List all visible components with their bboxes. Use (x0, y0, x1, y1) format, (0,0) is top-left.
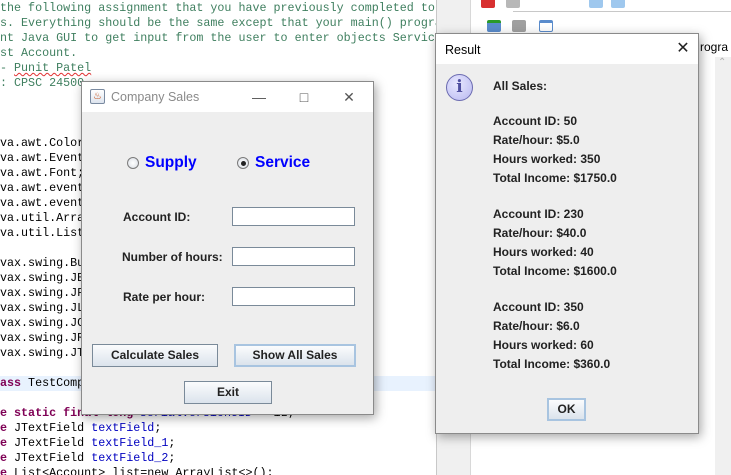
scroll-up-icon[interactable]: ⌃ (718, 57, 726, 68)
code-token: : CPSC 24500 (0, 76, 85, 90)
rate-label: Rate per hour: (123, 290, 206, 304)
code-line: e JTextField textField_1; (0, 436, 437, 451)
toolbar-separator (513, 11, 731, 12)
code-token: vax.swing.JT (0, 346, 85, 360)
code-line: e JTextField textField_2; (0, 451, 437, 466)
window-title: Company Sales (111, 90, 200, 104)
panel-scrollbar[interactable]: ⌃ (715, 57, 731, 475)
code-token: ; (154, 421, 162, 435)
hours-input[interactable] (232, 247, 355, 266)
new-window-icon[interactable] (539, 20, 553, 32)
code-token: va.awt.Event (0, 151, 85, 165)
hours-label: Number of hours: (122, 250, 223, 264)
code-token: vax.swing.JC (0, 316, 85, 330)
toolbar-monitor2-icon[interactable] (611, 0, 625, 8)
info-icon: i (446, 74, 473, 101)
radio-supply-label: Supply (145, 154, 197, 171)
record-income: Total Income: $360.0 (493, 357, 611, 371)
title-bar[interactable]: ♨ Company Sales — □ ✕ (82, 82, 373, 112)
code-token: vax.swing.JF (0, 286, 85, 300)
record-income: Total Income: $1600.0 (493, 264, 617, 278)
code-token: ; (168, 436, 176, 450)
record-hours: Hours worked: 40 (493, 245, 594, 259)
rate-input[interactable] (232, 287, 355, 306)
toolbar-monitor-icon[interactable] (589, 0, 603, 8)
account-id-label: Account ID: (123, 210, 191, 224)
dialog-title: Result (445, 43, 481, 57)
code-token: JTextField (7, 436, 92, 450)
record-rate: Rate/hour: $40.0 (493, 226, 587, 240)
record-hours: Hours worked: 350 (493, 152, 601, 166)
record-id: Account ID: 350 (493, 300, 584, 314)
result-dialog: Result ✕ i All Sales: Account ID: 50 Rate… (435, 33, 699, 434)
code-token: vax.swing.JB (0, 271, 85, 285)
code-token: va.awt.Color (0, 136, 85, 150)
record-rate: Rate/hour: $6.0 (493, 319, 580, 333)
close-icon[interactable]: ✕ (673, 39, 693, 59)
code-token: - (0, 61, 15, 75)
toolbar-delete-icon[interactable] (481, 0, 495, 8)
code-token: e (0, 451, 8, 465)
account-id-input[interactable] (232, 207, 355, 226)
code-token: va.awt.Font; (0, 166, 85, 180)
radio-supply[interactable]: Supply (127, 154, 197, 172)
code-token: JTextField (7, 451, 92, 465)
radio-service-label: Service (255, 154, 311, 171)
calculate-sales-button[interactable]: Calculate Sales (92, 344, 218, 367)
panel-text-fragment: rogra (700, 40, 729, 54)
code-line: e List<Account> list=new ArrayList<>(); (0, 466, 437, 475)
record-rate: Rate/hour: $5.0 (493, 133, 580, 147)
code-token: textField (91, 421, 155, 435)
code-token: e (0, 436, 8, 450)
code-token: the following assignment that you have p… (0, 1, 437, 15)
code-token: vax.swing.JL (0, 301, 85, 315)
code-token: ass (0, 376, 22, 390)
title-bar[interactable]: Result ✕ (436, 34, 698, 64)
toolbar-remove-icon[interactable] (506, 0, 520, 8)
record-income: Total Income: $1750.0 (493, 171, 617, 185)
close-icon[interactable]: ✕ (339, 87, 359, 107)
code-token: va.awt.event (0, 181, 85, 195)
radio-circle-selected[interactable] (237, 157, 249, 169)
code-token: va.util.Arra (0, 211, 85, 225)
result-heading: All Sales: (493, 79, 548, 93)
code-line: s. Everything should be the same except … (0, 16, 437, 31)
code-token: e (0, 421, 8, 435)
code-token: s. Everything should be the same except … (0, 16, 437, 30)
record-id: Account ID: 50 (493, 114, 578, 128)
maximize-icon[interactable]: □ (294, 87, 314, 107)
code-line: nt Java GUI to get input from the user t… (0, 31, 437, 46)
code-token: Punit Patel (14, 61, 92, 75)
radio-service[interactable]: Service (237, 154, 310, 172)
code-token: ; (168, 451, 176, 465)
code-token: vax.swing.Bu (0, 256, 85, 270)
code-token: e (0, 466, 8, 475)
radio-circle[interactable] (127, 157, 139, 169)
code-token: TestComp (21, 376, 85, 390)
java-icon: ♨ (90, 89, 105, 104)
code-line: the following assignment that you have p… (0, 1, 437, 16)
code-token: textField_2 (91, 451, 169, 465)
exit-button[interactable]: Exit (184, 381, 272, 404)
code-token: vax.swing.JR (0, 331, 85, 345)
ok-button[interactable]: OK (547, 398, 586, 421)
company-sales-window: ♨ Company Sales — □ ✕ Supply Service Acc… (81, 81, 374, 415)
record-id: Account ID: 230 (493, 207, 584, 221)
code-line: - Punit Patel (0, 61, 437, 76)
code-token: JTextField (7, 421, 92, 435)
pin-editor-icon[interactable] (487, 20, 501, 32)
code-line: st Account. (0, 46, 437, 61)
minimize-icon[interactable]: — (249, 87, 269, 107)
record-hours: Hours worked: 60 (493, 338, 594, 352)
display-icon[interactable] (512, 20, 526, 32)
code-token: List<Account> list=new ArrayList<>(); (7, 466, 274, 475)
code-line: e JTextField textField; (0, 421, 437, 436)
code-token: textField_1 (91, 436, 169, 450)
code-token: nt Java GUI to get input from the user t… (0, 31, 437, 45)
code-token: st Account. (0, 46, 78, 60)
show-all-sales-button[interactable]: Show All Sales (234, 344, 356, 367)
code-token: va.util.List (0, 226, 85, 240)
code-token: va.awt.event (0, 196, 85, 210)
